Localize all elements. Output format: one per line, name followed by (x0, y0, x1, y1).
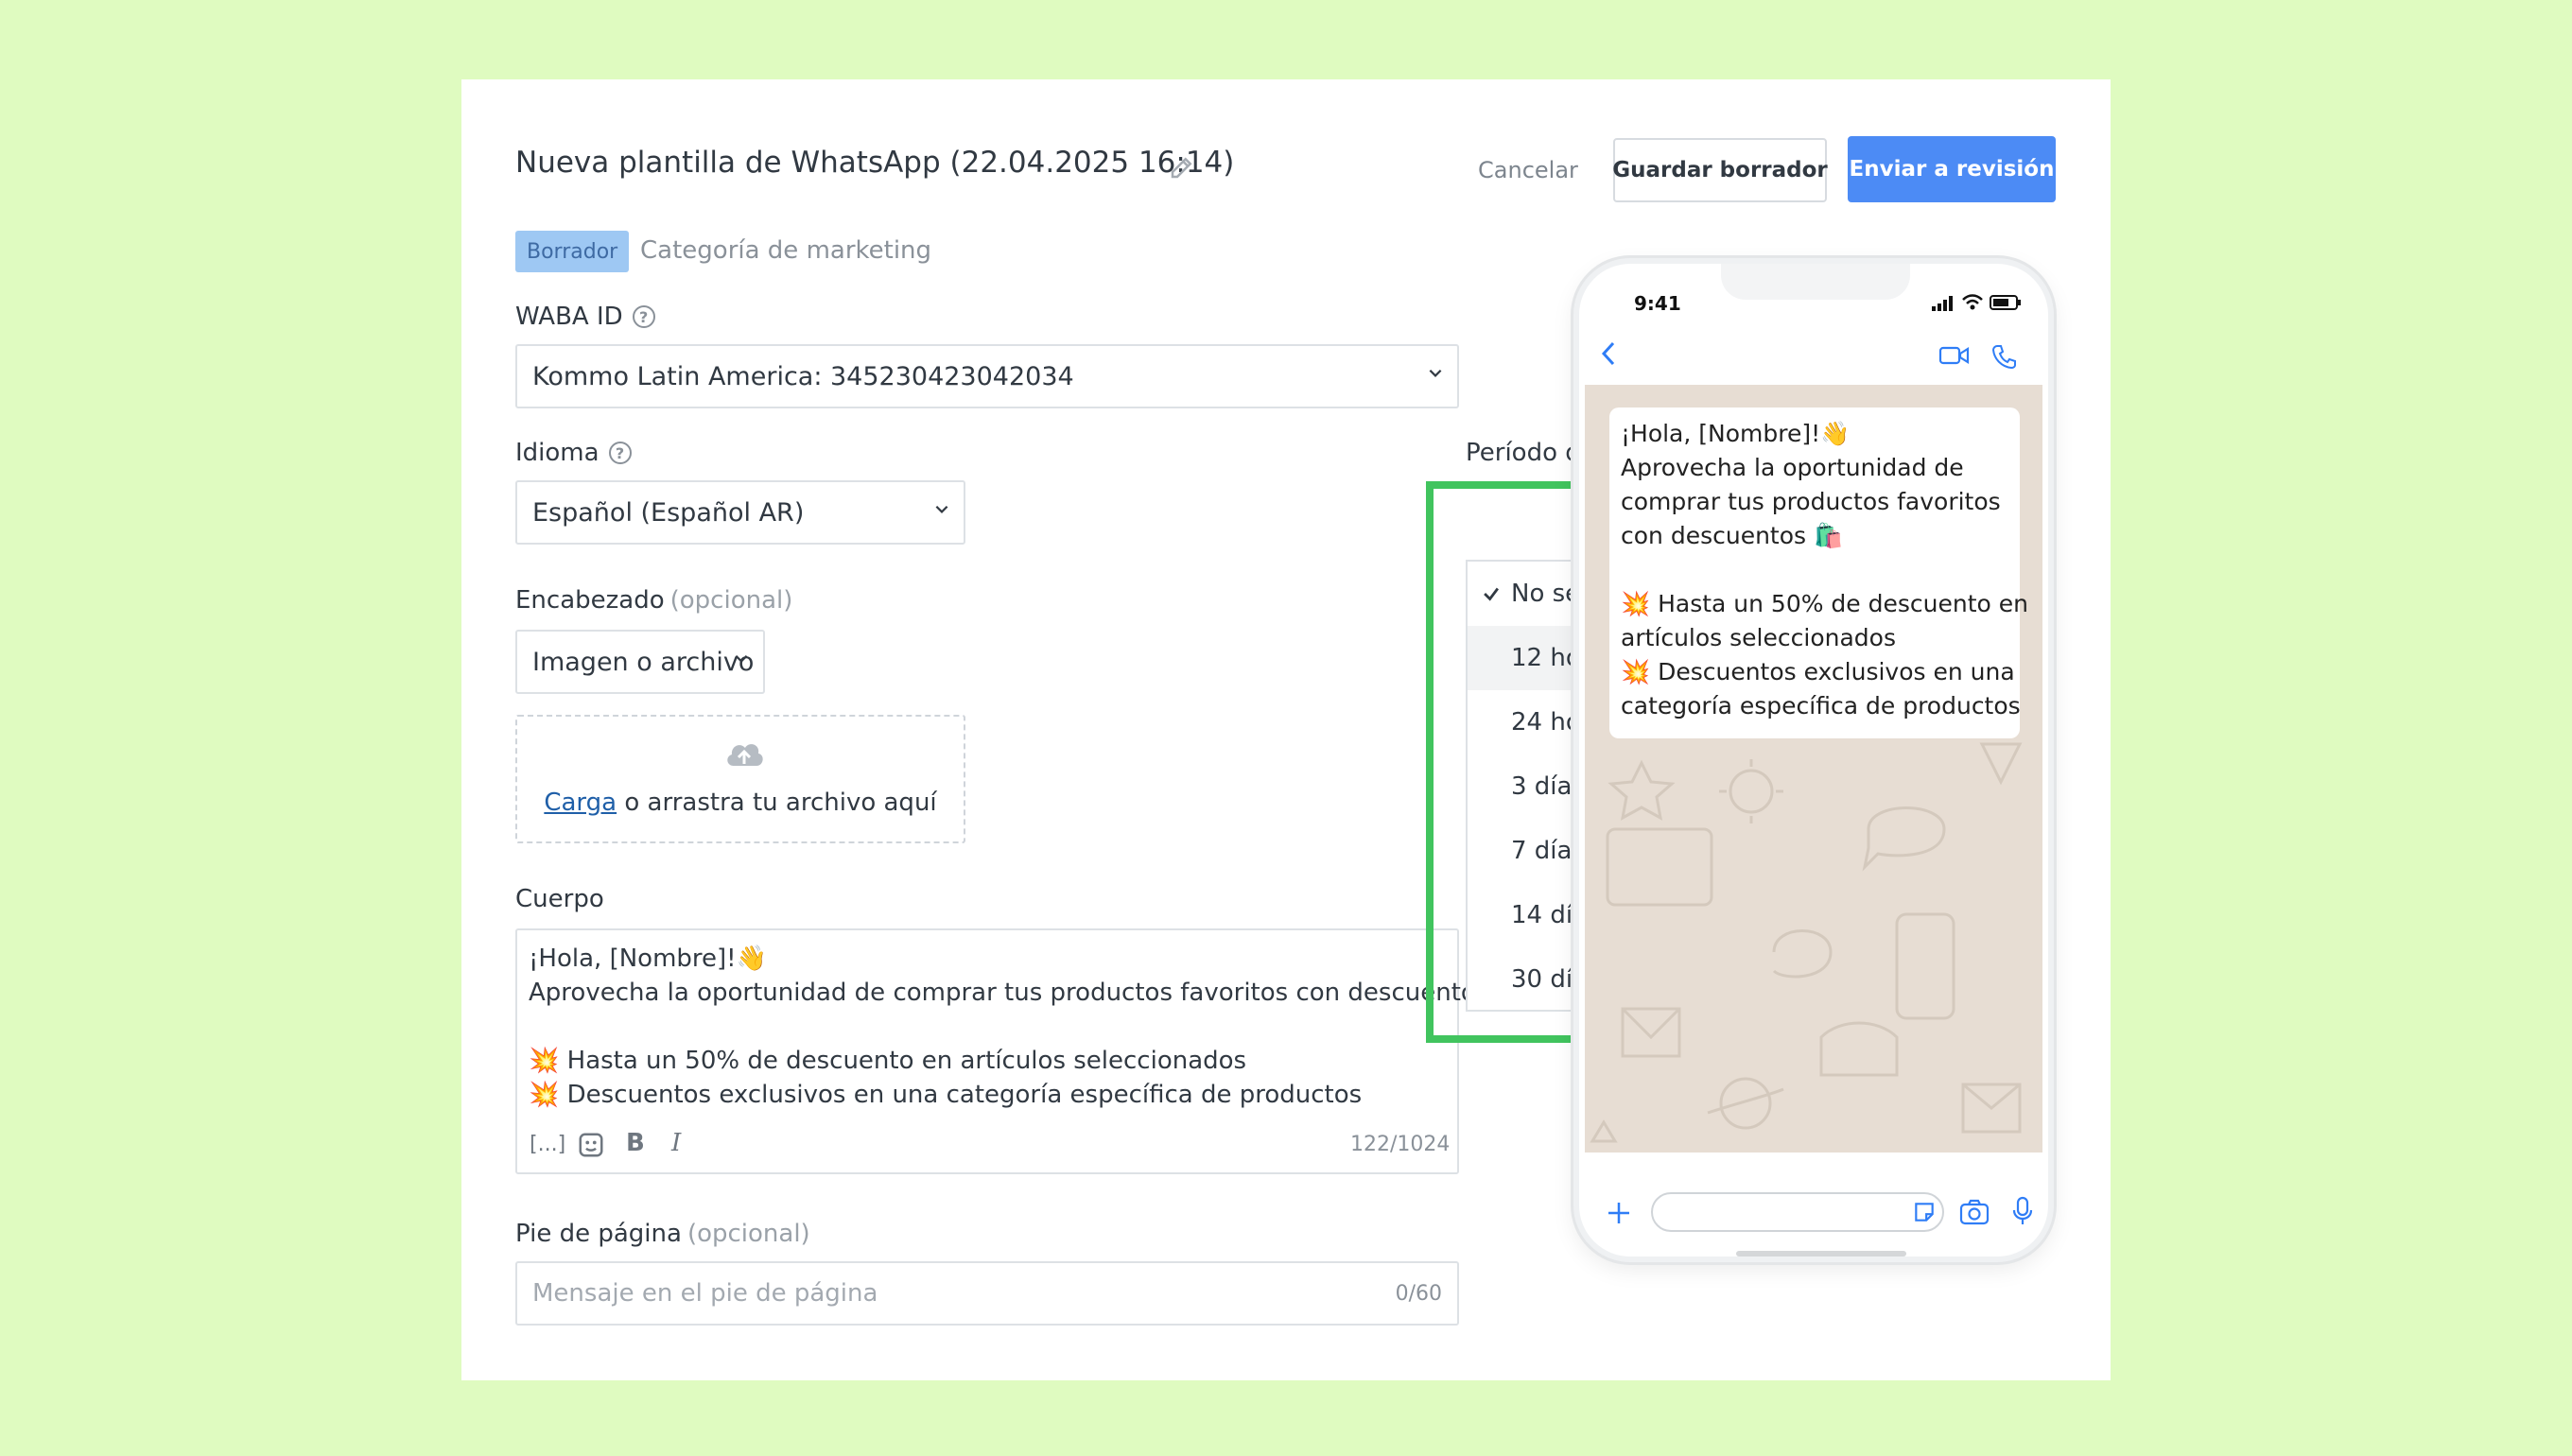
message-line: 💥 Hasta un 50% de descuento en (1621, 590, 2028, 617)
upload-hint: o arrastra tu archivo aquí (617, 789, 937, 817)
variable-insert-icon[interactable]: [...] (530, 1133, 565, 1156)
sticker-icon[interactable] (577, 1131, 605, 1159)
chat-input[interactable] (1651, 1192, 1944, 1232)
footer-input[interactable]: Mensaje en el pie de página 0/60 (515, 1261, 1459, 1326)
language-label: Idioma ? (515, 439, 632, 467)
message-line: Aprovecha la oportunidad de (1621, 454, 1964, 481)
wifi-icon (1962, 294, 1983, 310)
status-badge: Borrador (515, 231, 630, 272)
optional-text: (opcional) (686, 1220, 810, 1248)
waba-id-label-text: WABA ID (515, 303, 623, 331)
footer-label: Pie de página (opcional) (515, 1220, 810, 1248)
category-label: Categoría de marketing (640, 236, 932, 265)
language-select[interactable]: Español (Español AR) (515, 480, 965, 545)
message-line: comprar tus productos favoritos (1621, 488, 2001, 515)
signal-icon (1932, 296, 1953, 311)
plus-icon[interactable] (1606, 1200, 1632, 1226)
phone-call-icon[interactable] (1991, 343, 2018, 370)
body-line: ¡Hola, [Nombre]!👋 (529, 945, 767, 973)
cancel-button[interactable]: Cancelar (1477, 138, 1579, 202)
italic-icon[interactable]: I (671, 1129, 681, 1157)
header-type-select[interactable]: Imagen o archivo (515, 630, 765, 694)
submit-review-button[interactable]: Enviar a revisión (1848, 136, 2056, 202)
upload-dropzone[interactable]: Carga o arrastra tu archivo aquí (515, 715, 965, 843)
body-textarea[interactable]: ¡Hola, [Nombre]!👋 Aprovecha la oportunid… (515, 928, 1527, 1174)
language-label-text: Idioma (515, 439, 600, 467)
chevron-down-icon (935, 505, 948, 513)
bold-icon[interactable]: B (626, 1129, 645, 1157)
body-line: Aprovecha la oportunidad de comprar tus … (529, 979, 1527, 1007)
chevron-down-icon (1429, 369, 1442, 377)
header-type-value: Imagen o archivo (532, 647, 755, 677)
help-icon[interactable]: ? (608, 442, 632, 464)
body-label: Cuerpo (515, 885, 604, 913)
sticker-icon[interactable] (1912, 1200, 1937, 1224)
optional-text: (opcional) (669, 586, 793, 615)
upload-instructions: Carga o arrastra tu archivo aquí (517, 789, 964, 817)
message-line: artículos seleccionados (1621, 624, 1896, 651)
chat-background: ¡Hola, [Nombre]!👋 Aprovecha la oportunid… (1585, 385, 2042, 1153)
template-editor-card: Nueva plantilla de WhatsApp (22.04.2025 … (461, 79, 2111, 1380)
home-indicator (1736, 1251, 1906, 1257)
chevron-down-icon (735, 654, 748, 663)
body-char-counter: 122/1024 (1350, 1133, 1451, 1156)
footer-placeholder: Mensaje en el pie de página (532, 1279, 878, 1308)
phone-notch (1721, 264, 1910, 300)
message-line: categoría específica de productos (1621, 692, 2021, 719)
check-icon (1484, 587, 1499, 601)
waba-id-value: Kommo Latin America: 345230423042034 (532, 361, 1074, 391)
save-draft-button[interactable]: Guardar borrador (1612, 138, 1828, 202)
message-line: con descuentos 🛍️ (1621, 522, 1844, 549)
message-line (1621, 553, 2008, 587)
message-line: 💥 Descuentos exclusivos en una (1621, 658, 2015, 685)
video-call-icon[interactable] (1938, 345, 1971, 366)
page-title: Nueva plantilla de WhatsApp (22.04.2025 … (515, 146, 1235, 180)
back-icon[interactable] (1598, 339, 1619, 368)
waba-id-label: WABA ID ? (515, 303, 655, 331)
footer-char-counter: 0/60 (1395, 1281, 1442, 1306)
edit-title-icon[interactable] (1168, 153, 1196, 182)
cloud-upload-icon (727, 744, 763, 766)
microphone-icon[interactable] (2012, 1196, 2033, 1226)
language-value: Español (Español AR) (532, 497, 805, 528)
help-icon[interactable]: ? (632, 305, 655, 328)
body-line (529, 1010, 1446, 1044)
message-line: ¡Hola, [Nombre]!👋 (1621, 420, 1851, 447)
upload-link[interactable]: Carga (544, 789, 617, 817)
battery-icon (1990, 295, 2021, 310)
body-line: 💥 Descuentos exclusivos en una categoría… (529, 1081, 1363, 1109)
message-bubble: ¡Hola, [Nombre]!👋 Aprovecha la oportunid… (1609, 407, 2028, 738)
waba-id-select[interactable]: Kommo Latin America: 345230423042034 (515, 344, 1459, 408)
camera-icon[interactable] (1959, 1198, 1990, 1226)
header-section-label: Encabezado (opcional) (515, 586, 792, 615)
footer-label-text: Pie de página (515, 1220, 682, 1248)
phone-time: 9:41 (1634, 292, 1681, 315)
phone-preview: 9:41 ¡Hola, [Nombre]!👋 Aprovecha la opor… (1573, 258, 2054, 1262)
header-label-text: Encabezado (515, 586, 665, 615)
body-line: 💥 Hasta un 50% de descuento en artículos… (529, 1047, 1247, 1075)
